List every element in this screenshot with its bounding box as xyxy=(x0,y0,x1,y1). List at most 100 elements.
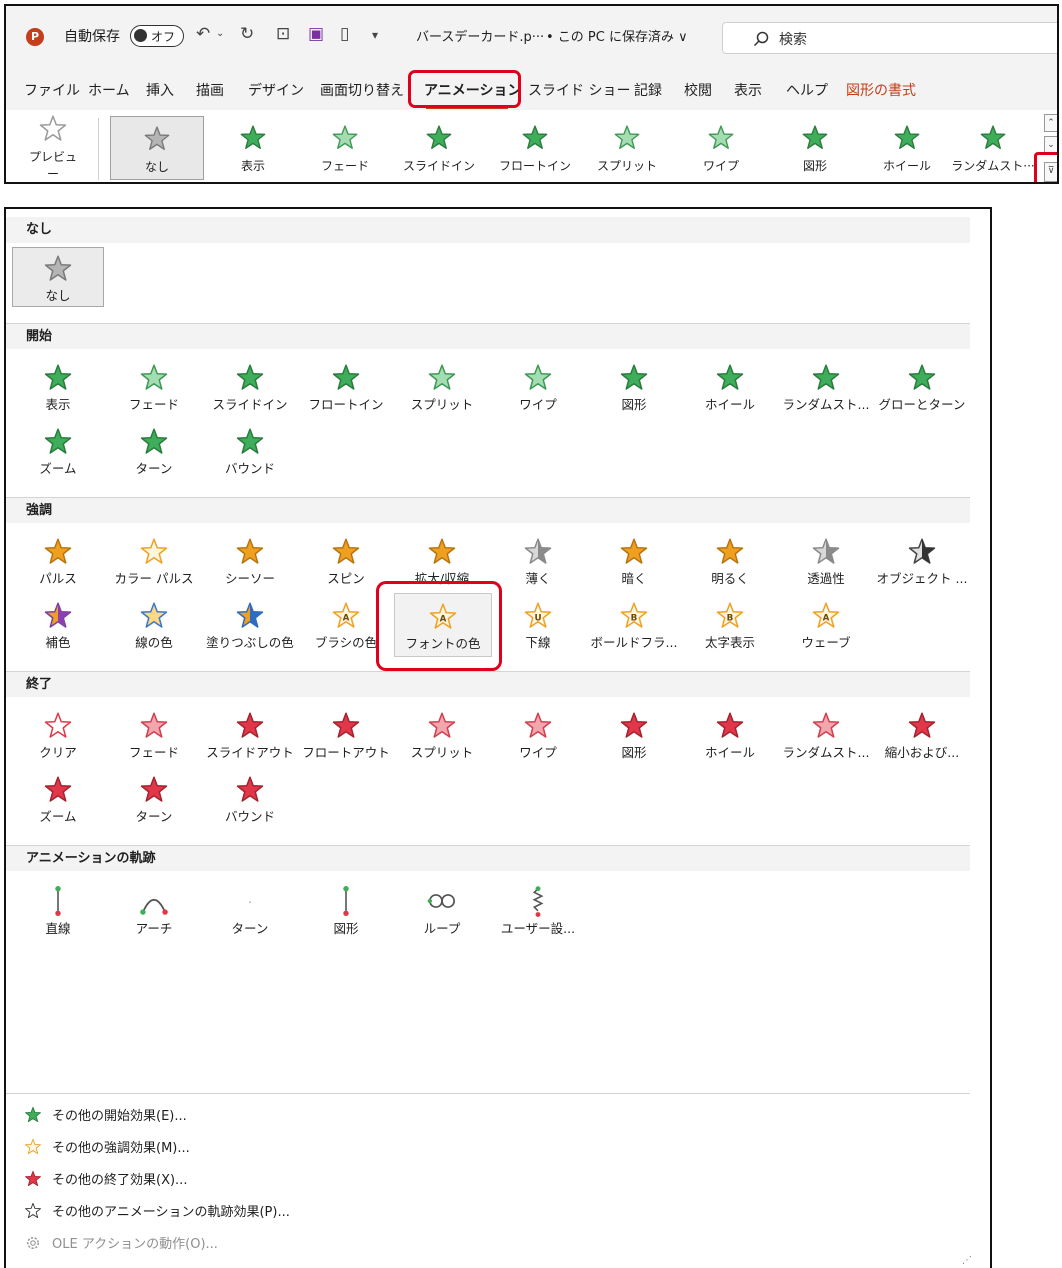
entrance-shape[interactable]: 図形 xyxy=(586,357,682,417)
entrance-appear[interactable]: 表示 xyxy=(10,357,106,417)
tab-view[interactable]: 表示 xyxy=(734,80,762,100)
emphasis-transparency[interactable]: 透過性 xyxy=(778,531,874,591)
entrance-swivel[interactable]: ターン xyxy=(106,421,202,481)
emphasis-underline[interactable]: U 下線 xyxy=(490,595,586,655)
tab-file[interactable]: ファイル xyxy=(24,80,80,100)
path-shapes[interactable]: 図形 xyxy=(298,879,394,939)
redo-icon[interactable]: ↻ xyxy=(240,24,254,44)
effect-label: オブジェクト ... xyxy=(876,571,968,586)
exit-float-out[interactable]: フロートアウト xyxy=(298,705,394,765)
ribbon-effect-fade[interactable]: フェード xyxy=(302,112,388,182)
gallery-scroll-up-button[interactable]: ⌃ xyxy=(1044,114,1057,132)
emphasis-lighten[interactable]: 明るく xyxy=(682,531,778,591)
tab-insert[interactable]: 挿入 xyxy=(146,80,174,100)
effect-none[interactable]: なし xyxy=(12,247,104,307)
exit-wipe[interactable]: ワイプ xyxy=(490,705,586,765)
autosave-toggle[interactable]: オフ xyxy=(130,25,184,47)
exit-bounce[interactable]: バウンド xyxy=(202,769,298,829)
entrance-fly-in[interactable]: スライドイン xyxy=(202,357,298,417)
entrance-grow-turn[interactable]: グローとターン xyxy=(874,357,970,417)
emphasis-bold-flash[interactable]: B ボールドフラ... xyxy=(586,595,682,655)
powerpoint-ribbon: P 自動保存 オフ ↶ ⌄ ↻ ⊡ ▣ ▯ ▾ バースデーカード.p··· • … xyxy=(4,4,1059,184)
tab-transitions[interactable]: 画面切り替え xyxy=(320,80,404,100)
more-emphasis-effects-link[interactable]: その他の強調効果(M)... xyxy=(24,1137,190,1165)
entrance-zoom[interactable]: ズーム xyxy=(10,421,106,481)
resize-grip-icon[interactable]: ⋰ xyxy=(962,1255,972,1266)
exit-shrink-turn[interactable]: 縮小および... xyxy=(874,705,970,765)
emphasis-pulse[interactable]: パルス xyxy=(10,531,106,591)
emphasis-desaturate[interactable]: 薄く xyxy=(490,531,586,591)
exit-shape[interactable]: 図形 xyxy=(586,705,682,765)
emphasis-fill-color[interactable]: 塗りつぶしの色 xyxy=(202,595,298,655)
tab-review[interactable]: 校閲 xyxy=(684,80,712,100)
exit-split[interactable]: スプリット xyxy=(394,705,490,765)
path-lines[interactable]: 直線 xyxy=(10,879,106,939)
ribbon-effect-fly-in[interactable]: スライドイン xyxy=(396,112,482,182)
start-from-beginning-icon[interactable]: ⊡ xyxy=(276,24,290,44)
emphasis-object-color[interactable]: オブジェクト ... xyxy=(874,531,970,591)
undo-dropdown-icon[interactable]: ⌄ xyxy=(216,28,224,39)
path-loops[interactable]: ループ xyxy=(394,879,490,939)
tab-shape-format[interactable]: 図形の書式 xyxy=(846,80,916,100)
emphasis-darken[interactable]: 暗く xyxy=(586,531,682,591)
svg-text:B: B xyxy=(727,613,734,623)
save-status[interactable]: • この PC に保存済み ∨ xyxy=(546,26,688,45)
tab-help[interactable]: ヘルプ xyxy=(786,80,828,100)
more-exit-effects-link[interactable]: その他の終了効果(X)... xyxy=(24,1169,187,1197)
emphasis-color-pulse[interactable]: カラー パルス xyxy=(106,531,202,591)
ribbon-effect-wheel[interactable]: ホイール xyxy=(864,112,950,182)
tab-home[interactable]: ホーム xyxy=(88,80,130,100)
entrance-wheel[interactable]: ホイール xyxy=(682,357,778,417)
preview-button[interactable]: プレビュー ⌄ xyxy=(24,112,82,182)
entrance-float-in[interactable]: フロートイン xyxy=(298,357,394,417)
exit-fly-out[interactable]: スライドアウト xyxy=(202,705,298,765)
exit-fade[interactable]: フェード xyxy=(106,705,202,765)
effect-label: スライドイン xyxy=(212,397,288,412)
exit-wheel[interactable]: ホイール xyxy=(682,705,778,765)
exit-random-bars[interactable]: ランダムスト... xyxy=(778,705,874,765)
path-arcs[interactable]: アーチ xyxy=(106,879,202,939)
save-icon[interactable]: ▣ xyxy=(308,24,324,44)
effect-label: クリア xyxy=(39,745,77,760)
more-motion-paths-link[interactable]: その他のアニメーションの軌跡効果(P)... xyxy=(24,1201,290,1229)
tab-slideshow[interactable]: スライド ショー xyxy=(528,80,630,100)
emphasis-bold-reveal[interactable]: B 太字表示 xyxy=(682,595,778,655)
new-file-icon[interactable]: ▯ xyxy=(340,24,349,44)
ribbon-effect-random-bars[interactable]: ランダムスト··· xyxy=(950,112,1036,182)
tab-record[interactable]: 記録 xyxy=(634,80,662,100)
entrance-fade[interactable]: フェード xyxy=(106,357,202,417)
entrance-random-bars[interactable]: ランダムスト... xyxy=(778,357,874,417)
effect-label: フロートイン xyxy=(498,159,571,173)
emphasis-line-color[interactable]: 線の色 xyxy=(106,595,202,655)
tab-draw[interactable]: 描画 xyxy=(196,80,224,100)
effect-label: ランダムスト... xyxy=(782,397,870,412)
exit-disappear[interactable]: クリア xyxy=(10,705,106,765)
star-icon xyxy=(894,125,920,149)
tab-design[interactable]: デザイン xyxy=(248,80,304,100)
customize-qat-icon[interactable]: ▾ xyxy=(372,28,378,42)
search-box[interactable]: 検索 xyxy=(722,22,1057,54)
ribbon-effect-float-in[interactable]: フロートイン xyxy=(492,112,578,182)
ribbon-effect-appear[interactable]: 表示 xyxy=(210,112,296,182)
ribbon-effect-wipe[interactable]: ワイプ xyxy=(678,112,764,182)
entrance-bounce[interactable]: バウンド xyxy=(202,421,298,481)
divider xyxy=(6,1093,970,1094)
path-turn-icon xyxy=(249,901,251,904)
entrance-wipe[interactable]: ワイプ xyxy=(490,357,586,417)
effect-label: 透過性 xyxy=(807,571,845,586)
star-icon xyxy=(25,1138,41,1154)
path-custom[interactable]: ユーザー設... xyxy=(490,879,586,939)
emphasis-teeter[interactable]: シーソー xyxy=(202,531,298,591)
ribbon-effect-shape[interactable]: 図形 xyxy=(772,112,858,182)
effect-label: スプリット xyxy=(596,159,657,173)
ribbon-effect-none[interactable]: なし xyxy=(110,116,204,180)
exit-swivel[interactable]: ターン xyxy=(106,769,202,829)
path-turns[interactable]: ターン xyxy=(202,879,298,939)
entrance-split[interactable]: スプリット xyxy=(394,357,490,417)
ribbon-effect-split[interactable]: スプリット xyxy=(584,112,670,182)
more-entrance-effects-link[interactable]: その他の開始効果(E)... xyxy=(24,1105,187,1133)
exit-zoom[interactable]: ズーム xyxy=(10,769,106,829)
emphasis-wave[interactable]: A ウェーブ xyxy=(778,595,874,655)
undo-icon[interactable]: ↶ xyxy=(196,24,210,44)
emphasis-complementary-color[interactable]: 補色 xyxy=(10,595,106,655)
